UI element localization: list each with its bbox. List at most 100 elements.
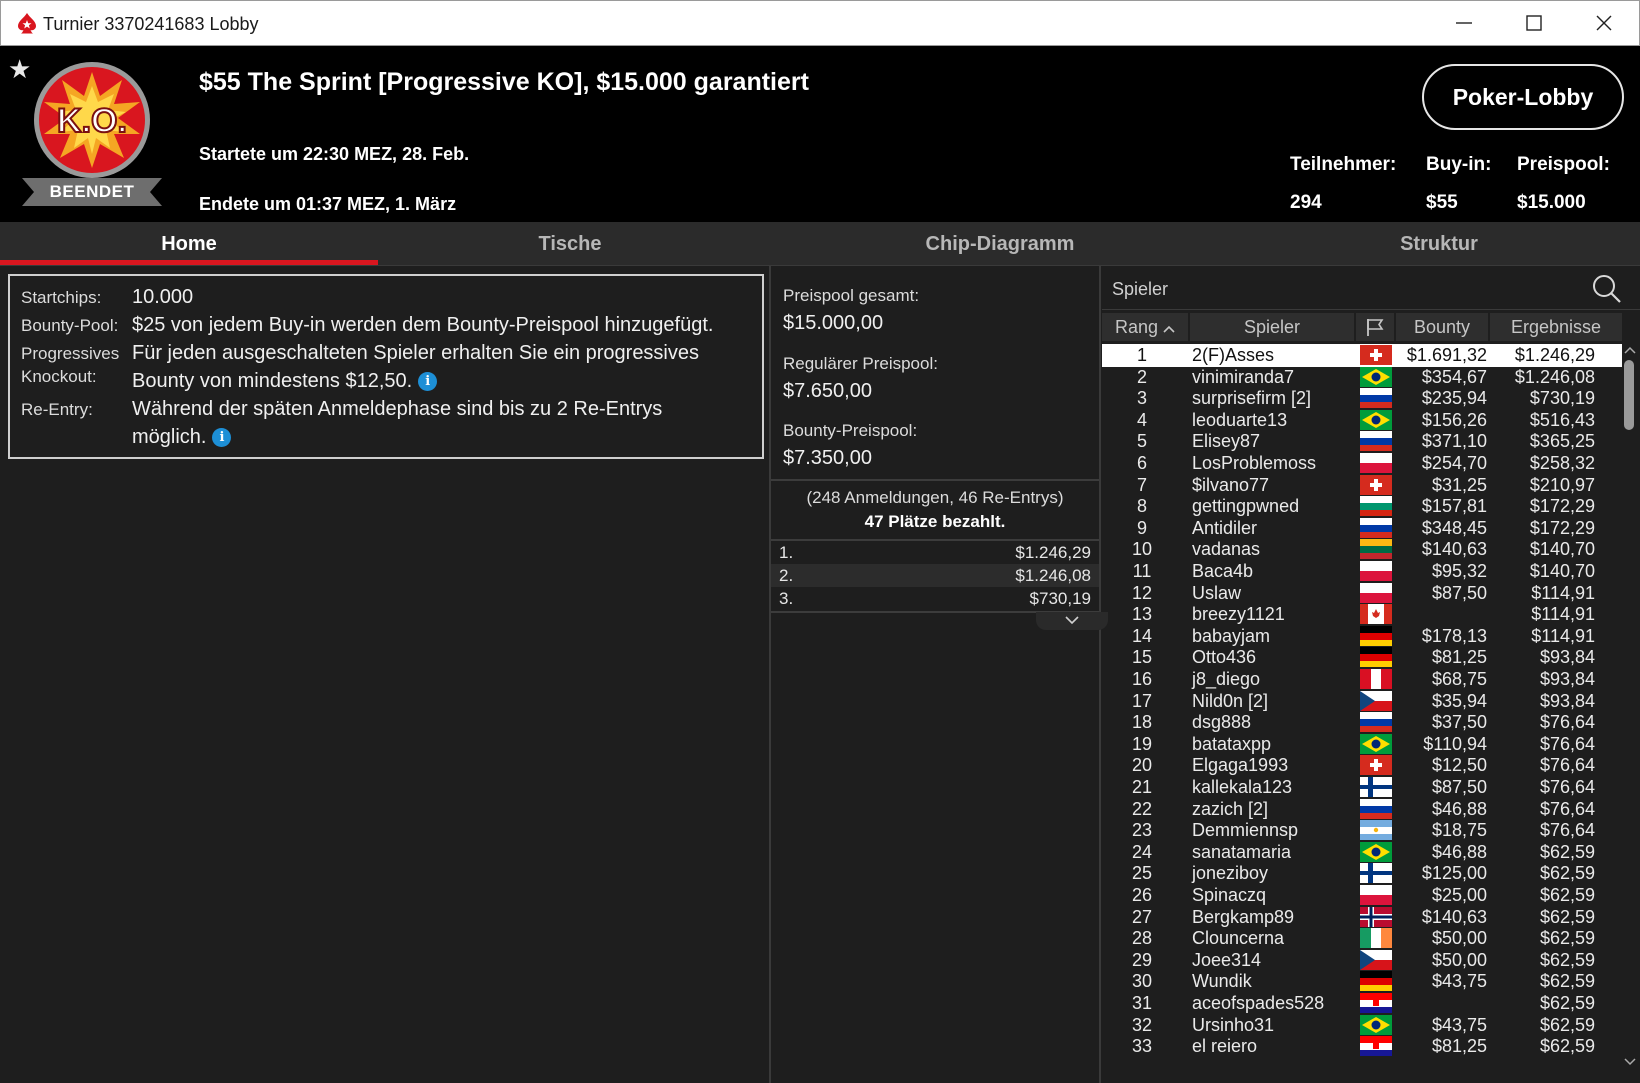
player-name: sanatamaria xyxy=(1192,841,1292,862)
player-search-input[interactable] xyxy=(1102,270,1572,308)
expand-payouts-button[interactable] xyxy=(1036,612,1108,630)
reentry-value: Während der späten Anmeldephase sind bis… xyxy=(132,398,663,420)
divider xyxy=(771,479,1099,481)
player-result: $62,59 xyxy=(1539,949,1595,970)
stat-value-entrants: 294 xyxy=(1290,192,1322,213)
player-name: Elisey87 xyxy=(1192,431,1261,452)
player-list-scrollbar[interactable] xyxy=(1622,344,1638,1074)
player-row[interactable]: 8 gettingpwned $157,81 $172,29 xyxy=(1102,495,1622,518)
info-icon[interactable]: i xyxy=(212,428,232,447)
tab-structure[interactable]: Struktur xyxy=(1238,222,1640,266)
player-result: $76,64 xyxy=(1539,712,1595,733)
player-result: $172,29 xyxy=(1529,496,1595,517)
window-title: Turnier 3370241683 Lobby xyxy=(43,14,259,34)
column-player[interactable]: Spieler xyxy=(1190,313,1354,341)
player-row[interactable]: 23 Demmiennsp $18,75 $76,64 xyxy=(1102,819,1622,842)
player-row[interactable]: 13 breezy1121 $114,91 xyxy=(1102,603,1622,626)
reentry-label: Re-Entry: xyxy=(21,400,93,419)
player-row[interactable]: 14 babayjam $178,13 $114,91 xyxy=(1102,625,1622,648)
favorite-star-icon[interactable]: ★ xyxy=(8,54,31,85)
player-result: $62,59 xyxy=(1539,906,1595,927)
player-row[interactable]: 33 el reiero $81,25 $62,59 xyxy=(1102,1035,1622,1058)
player-result: $62,59 xyxy=(1539,863,1595,884)
player-row[interactable]: 17 Nild0n [2] $35,94 $93,84 xyxy=(1102,690,1622,713)
search-icon[interactable] xyxy=(1592,274,1622,304)
player-rank: 25 xyxy=(1131,863,1153,884)
player-row[interactable]: 32 Ursinho31 $43,75 $62,59 xyxy=(1102,1014,1622,1037)
scrollbar-thumb[interactable] xyxy=(1624,360,1634,430)
player-row[interactable]: 24 sanatamaria $46,88 $62,59 xyxy=(1102,841,1622,864)
column-country[interactable] xyxy=(1356,313,1394,341)
player-row[interactable]: 28 Clouncerna $50,00 $62,59 xyxy=(1102,927,1622,950)
country-flag-icon xyxy=(1360,949,1392,970)
player-row[interactable]: 29 Joee314 $50,00 $62,59 xyxy=(1102,949,1622,972)
player-row[interactable]: 1 2(F)Asses $1.691,32 $1.246,29 xyxy=(1102,344,1622,367)
player-row[interactable]: 27 Bergkamp89 $140,63 $62,59 xyxy=(1102,906,1622,929)
poker-lobby-button[interactable]: Poker-Lobby xyxy=(1422,64,1624,130)
player-row[interactable]: 25 joneziboy $125,00 $62,59 xyxy=(1102,862,1622,885)
player-rank: 3 xyxy=(1136,388,1147,409)
maximize-button[interactable] xyxy=(1499,1,1569,45)
active-tab-indicator xyxy=(0,260,378,265)
scroll-up-icon[interactable] xyxy=(1624,346,1636,354)
paid-places: 47 Plätze bezahlt. xyxy=(864,512,1006,531)
minimize-button[interactable] xyxy=(1429,1,1499,45)
player-name: Elgaga1993 xyxy=(1192,755,1289,776)
player-row[interactable]: 31 aceofspades528 $62,59 xyxy=(1102,992,1622,1015)
info-icon[interactable]: i xyxy=(418,372,438,391)
player-row[interactable]: 6 LosProblemoss $254,70 $258,32 xyxy=(1102,452,1622,475)
player-rank: 4 xyxy=(1136,409,1147,430)
player-name: batataxpp xyxy=(1192,733,1272,754)
player-name: surprisefirm [2] xyxy=(1192,388,1312,409)
total-prizepool-label: Preispool gesamt: xyxy=(783,286,920,305)
player-row[interactable]: 22 zazich [2] $46,88 $76,64 xyxy=(1102,798,1622,821)
reentry-value-2-text: möglich. xyxy=(132,426,207,448)
country-flag-icon xyxy=(1360,647,1392,668)
tab-tables[interactable]: Tische xyxy=(378,222,762,266)
player-name: Baca4b xyxy=(1192,561,1254,581)
player-name: LosProblemoss xyxy=(1192,453,1317,473)
player-rank: 23 xyxy=(1131,820,1153,841)
player-row[interactable]: 3 surprisefirm [2] $235,94 $730,19 xyxy=(1102,387,1622,410)
country-flag-icon xyxy=(1360,517,1392,538)
player-row[interactable]: 26 Spinaczq $25,00 $62,59 xyxy=(1102,884,1622,907)
close-button[interactable] xyxy=(1569,1,1639,45)
player-name: vinimiranda7 xyxy=(1192,366,1295,387)
column-rank[interactable]: Rang xyxy=(1102,313,1188,341)
player-row[interactable]: 10 vadanas $140,63 $140,70 xyxy=(1102,538,1622,561)
player-row[interactable]: 30 Wundik $43,75 $62,59 xyxy=(1102,970,1622,993)
player-row[interactable]: 15 Otto436 $81,25 $93,84 xyxy=(1102,646,1622,669)
column-results[interactable]: Ergebnisse xyxy=(1490,313,1622,341)
player-rank: 30 xyxy=(1131,971,1153,992)
player-row[interactable]: 12 Uslaw $87,50 $114,91 xyxy=(1102,582,1622,605)
bounty-pool-label: Bounty-Pool: xyxy=(21,316,119,335)
tab-chip-chart[interactable]: Chip-Diagramm xyxy=(762,222,1238,266)
player-row[interactable]: 21 kallekala123 $87,50 $76,64 xyxy=(1102,776,1622,799)
player-rank: 12 xyxy=(1131,582,1153,603)
player-row[interactable]: 20 Elgaga1993 $12,50 $76,64 xyxy=(1102,754,1622,777)
player-rank: 24 xyxy=(1131,841,1153,862)
player-result: $140,70 xyxy=(1529,539,1595,560)
stat-value-prizepool: $15.000 xyxy=(1517,192,1586,213)
player-row[interactable]: 16 j8_diego $68,75 $93,84 xyxy=(1102,668,1622,691)
player-row[interactable]: 19 batataxpp $110,94 $76,64 xyxy=(1102,733,1622,756)
player-row[interactable]: 5 Elisey87 $371,10 $365,25 xyxy=(1102,430,1622,453)
column-bounty[interactable]: Bounty xyxy=(1396,313,1488,341)
player-row[interactable]: 18 dsg888 $37,50 $76,64 xyxy=(1102,711,1622,734)
sort-asc-icon xyxy=(1163,325,1175,333)
player-rank: 7 xyxy=(1136,474,1147,495)
stat-label-buyin: Buy-in: xyxy=(1426,154,1492,175)
player-name: gettingpwned xyxy=(1192,496,1300,517)
country-flag-icon xyxy=(1360,755,1392,776)
player-row[interactable]: 9 Antidiler $348,45 $172,29 xyxy=(1102,517,1622,540)
player-row[interactable]: 2 vinimiranda7 $354,67 $1.246,08 xyxy=(1102,366,1622,389)
scroll-down-icon[interactable] xyxy=(1624,1058,1636,1066)
player-result: $258,32 xyxy=(1529,453,1595,473)
player-result: $93,84 xyxy=(1539,690,1595,711)
player-row[interactable]: 4 leoduarte13 $156,26 $516,43 xyxy=(1102,409,1622,432)
player-bounty: $235,94 xyxy=(1421,388,1487,409)
player-row[interactable]: 7 $ilvano77 $31,25 $210,97 xyxy=(1102,474,1622,497)
country-flag-icon xyxy=(1360,777,1392,797)
player-name: Uslaw xyxy=(1192,582,1242,603)
player-row[interactable]: 11 Baca4b $95,32 $140,70 xyxy=(1102,560,1622,583)
